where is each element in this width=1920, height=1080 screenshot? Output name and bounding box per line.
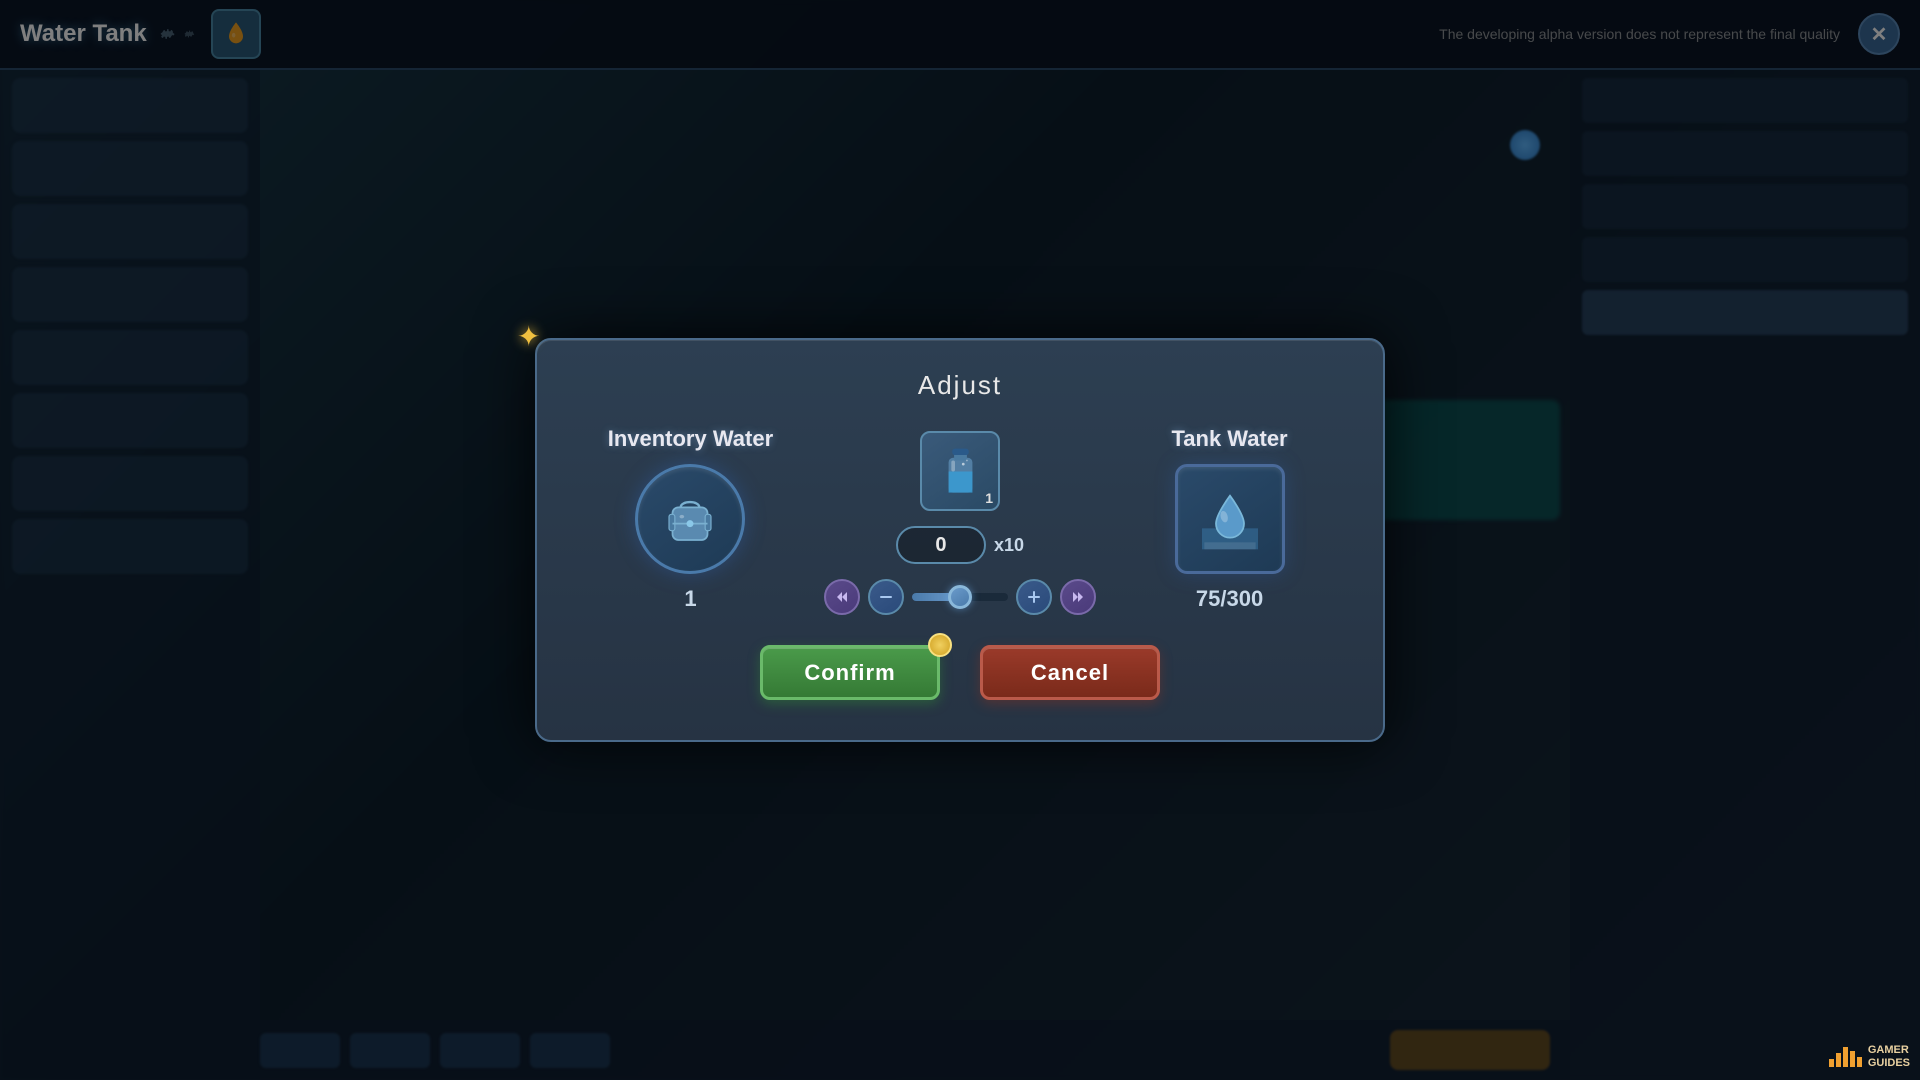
backpack-icon — [655, 484, 725, 554]
inventory-count: 1 — [684, 586, 696, 612]
bar3 — [1843, 1047, 1848, 1067]
item-icon-count: 1 — [985, 490, 993, 506]
bar5 — [1857, 1057, 1862, 1067]
center-section: 1 x10 — [824, 426, 1096, 615]
dialog-content: Inventory Water 1 — [577, 426, 1343, 615]
water-bottle-icon — [933, 444, 988, 499]
minus-icon — [880, 595, 892, 599]
quantity-input[interactable] — [896, 526, 986, 564]
item-icon-box: 1 — [920, 431, 1000, 511]
inventory-section-title: Inventory Water — [608, 426, 773, 452]
dialog-title: Adjust — [577, 370, 1343, 401]
decrement-button[interactable] — [868, 579, 904, 615]
quantity-row: x10 — [896, 526, 1024, 564]
inventory-icon — [635, 464, 745, 574]
tank-section: Tank Water 75/300 — [1116, 426, 1343, 612]
skip-forward-button[interactable] — [1060, 579, 1096, 615]
tank-count: 75/300 — [1196, 586, 1263, 612]
multiplier-label: x10 — [994, 535, 1024, 556]
slider-thumb[interactable] — [948, 585, 972, 609]
bar2 — [1836, 1053, 1841, 1067]
adjust-dialog: ✦ Adjust Inventory Water 1 — [535, 338, 1385, 742]
tank-icon — [1175, 464, 1285, 574]
tank-water-icon — [1195, 484, 1265, 554]
confirm-button[interactable]: Confirm — [760, 645, 940, 700]
gamer-guides-watermark: GAMER GUIDES — [1829, 1044, 1910, 1070]
bar1 — [1829, 1059, 1834, 1067]
bar4 — [1850, 1051, 1855, 1067]
cancel-button[interactable]: Cancel — [980, 645, 1160, 700]
skip-forward-icon — [1071, 590, 1085, 604]
slider-row — [824, 579, 1096, 615]
slider-track — [912, 593, 1008, 601]
buttons-row: Confirm Cancel — [577, 645, 1343, 700]
cursor-indicator — [928, 633, 952, 657]
watermark-bars-icon — [1829, 1047, 1862, 1067]
inventory-section: Inventory Water 1 — [577, 426, 804, 612]
slider-container[interactable] — [912, 579, 1008, 615]
skip-back-button[interactable] — [824, 579, 860, 615]
watermark-text: GAMER GUIDES — [1868, 1044, 1910, 1070]
increment-button[interactable] — [1016, 579, 1052, 615]
plus-icon — [1028, 591, 1040, 603]
tank-section-title: Tank Water — [1171, 426, 1287, 452]
sparkle-icon: ✦ — [517, 320, 540, 353]
skip-back-icon — [835, 590, 849, 604]
